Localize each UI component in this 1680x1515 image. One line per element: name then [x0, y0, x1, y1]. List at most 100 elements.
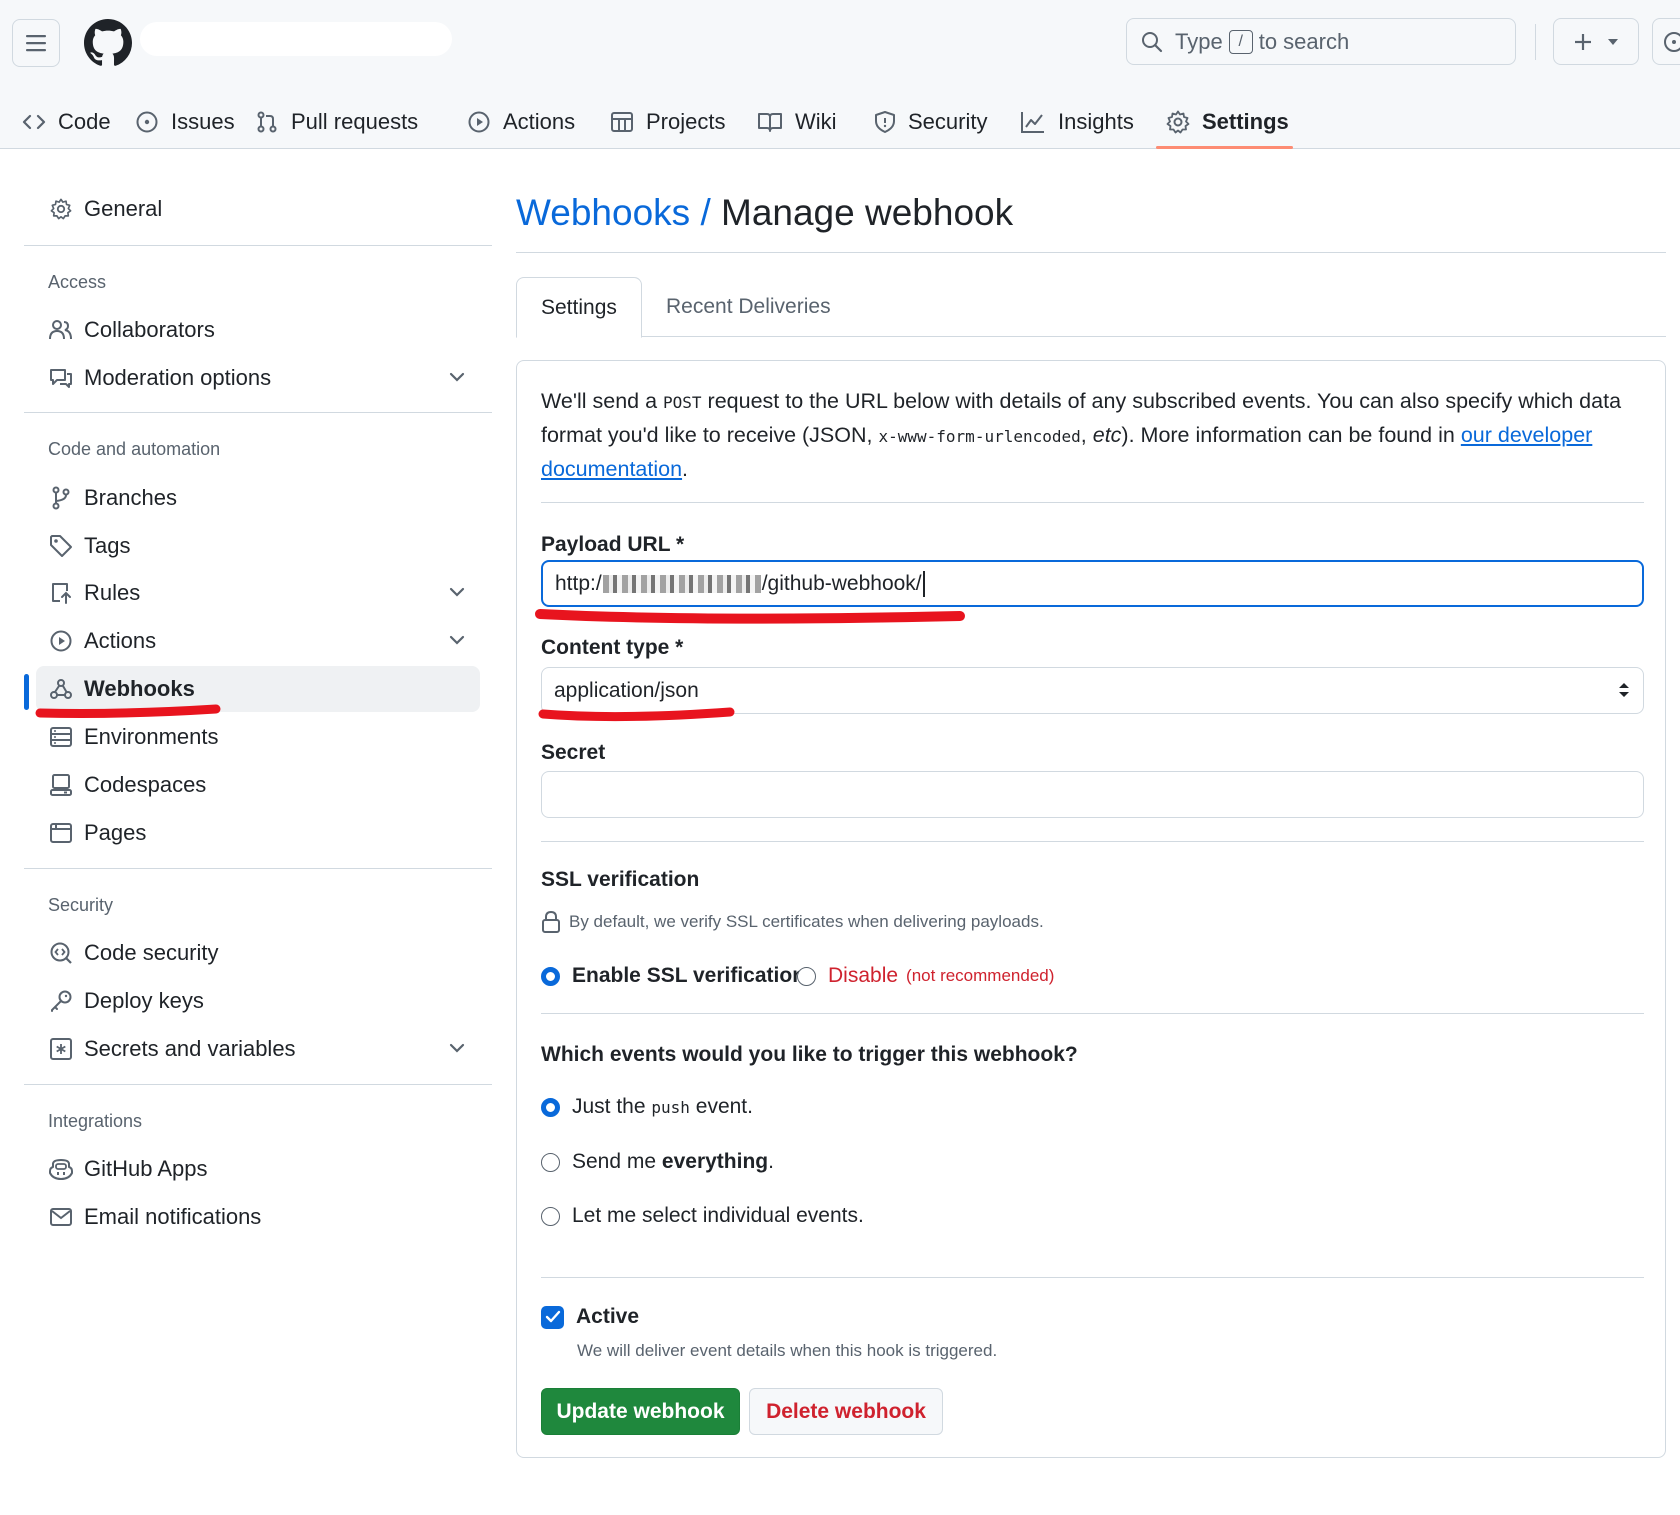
menu-button[interactable] [12, 19, 60, 67]
sidebar-item-codespaces[interactable]: Codespaces [36, 762, 480, 808]
header-divider [1535, 24, 1536, 60]
event-push-code: push [651, 1098, 690, 1117]
play-icon [467, 110, 491, 134]
subtab-recent-deliveries[interactable]: Recent Deliveries [642, 277, 855, 337]
content-type-select[interactable]: application/json [541, 667, 1644, 714]
sidebar-item-github-apps[interactable]: GitHub Apps [36, 1146, 480, 1192]
tab-settings-label: Settings [1202, 108, 1289, 134]
sidebar-item-general[interactable]: General [36, 186, 480, 232]
tab-pull-requests-label: Pull requests [291, 108, 419, 134]
ssl-disable-radio[interactable] [797, 966, 816, 986]
content-type-value: application/json [554, 678, 699, 702]
ssl-enable-radio[interactable] [541, 966, 560, 986]
tab-insights[interactable]: Insights [1020, 94, 1134, 149]
tab-actions[interactable]: Actions [467, 94, 575, 149]
search-input[interactable]: Type / to search [1126, 18, 1516, 65]
chevron-down-icon [449, 372, 465, 382]
ssl-enable-option[interactable]: Enable SSL verification [541, 964, 805, 988]
ssl-disable-option[interactable]: Disable (not recommended) [797, 964, 1054, 988]
intro-text-part: , [1080, 423, 1093, 447]
tab-security[interactable]: Security [874, 94, 987, 149]
active-note: We will deliver event details when this … [577, 1341, 998, 1360]
active-tab-underline [1156, 146, 1293, 149]
event-push-text: event. [695, 1095, 753, 1118]
create-new-button[interactable] [1553, 18, 1639, 65]
tab-pull-requests[interactable]: Pull requests [255, 94, 418, 149]
webhook-icon [48, 677, 74, 701]
sidebar-item-email-notifications[interactable]: Email notifications [36, 1194, 480, 1240]
redacted-host [602, 574, 761, 593]
sidebar-item-tags[interactable]: Tags [36, 523, 480, 569]
payload-url-input[interactable]: http:/ /github-webhook/ [541, 560, 1644, 607]
asterisk-icon [48, 1037, 74, 1061]
tab-issues[interactable]: Issues [135, 94, 235, 149]
ssl-note: By default, we verify SSL certificates w… [541, 910, 1044, 934]
active-option[interactable]: Active [541, 1305, 639, 1329]
shield-icon [874, 110, 896, 134]
sidebar-item-label: Deploy keys [84, 988, 204, 1013]
check-icon [545, 1310, 560, 1323]
event-everything-text: . [768, 1150, 774, 1173]
secret-input[interactable] [541, 771, 1644, 818]
sidebar-item-label: Branches [84, 485, 177, 510]
event-push-radio[interactable] [541, 1097, 560, 1117]
event-option-individual[interactable]: Let me select individual events. [541, 1204, 864, 1228]
sidebar-item-label: Code security [84, 940, 219, 965]
secret-label: Secret [541, 741, 606, 764]
tab-settings[interactable]: Settings [1166, 94, 1289, 149]
sidebar-item-label: Tags [84, 533, 131, 558]
repo-name-redacted[interactable] [140, 22, 452, 56]
intro-text-part: ). More information can be found in [1121, 423, 1461, 447]
tab-actions-label: Actions [503, 108, 576, 134]
sidebar-item-actions[interactable]: Actions [36, 618, 480, 664]
book-icon [757, 111, 783, 133]
sidebar-section-access: Access [48, 272, 107, 292]
issues-button[interactable] [1652, 18, 1680, 65]
tab-security-label: Security [908, 108, 988, 134]
active-checkbox[interactable] [541, 1305, 564, 1329]
tab-projects[interactable]: Projects [610, 94, 725, 149]
sidebar-item-deploy-keys[interactable]: Deploy keys [36, 978, 480, 1024]
payload-url-label: Payload URL * [541, 533, 685, 556]
gear-icon [48, 198, 74, 220]
sidebar-item-environments[interactable]: Environments [36, 714, 480, 760]
form-divider [541, 502, 1644, 503]
event-option-push[interactable]: Just the push event. [541, 1095, 753, 1119]
subtab-settings[interactable]: Settings [516, 277, 642, 338]
sidebar-item-pages[interactable]: Pages [36, 810, 480, 856]
ssl-label: SSL verification [541, 868, 700, 891]
repo-push-icon [48, 581, 74, 605]
update-webhook-button[interactable]: Update webhook [541, 1388, 740, 1435]
sidebar-item-moderation[interactable]: Moderation options [36, 355, 480, 401]
sidebar-section-integrations: Integrations [48, 1111, 143, 1131]
tab-code[interactable]: Code [22, 94, 111, 149]
sidebar-item-rules[interactable]: Rules [36, 570, 480, 616]
sidebar-item-code-security[interactable]: Code security [36, 930, 480, 976]
tab-insights-label: Insights [1058, 108, 1134, 134]
intro-text: We'll send a POST request to the URL bel… [541, 385, 1636, 485]
sidebar-item-collaborators[interactable]: Collaborators [36, 307, 480, 353]
event-everything-radio[interactable] [541, 1152, 560, 1172]
breadcrumb-webhooks[interactable]: Webhooks [516, 192, 690, 233]
tab-code-label: Code [58, 108, 111, 134]
content-type-label: Content type * [541, 636, 684, 659]
sidebar-item-label: Moderation options [84, 365, 272, 390]
select-arrows-icon [1619, 683, 1629, 697]
event-individual-radio[interactable] [541, 1206, 560, 1226]
table-icon [610, 110, 634, 134]
sidebar-item-label: General [84, 196, 163, 221]
code-icon [22, 112, 46, 132]
payload-url-suffix: /github-webhook/ [761, 571, 922, 595]
sidebar-divider [24, 412, 492, 413]
sidebar-item-branches[interactable]: Branches [36, 475, 480, 521]
sidebar-item-label: Webhooks [84, 676, 195, 701]
gear-icon [1166, 110, 1190, 134]
sidebar-item-secrets[interactable]: Secrets and variables [36, 1026, 480, 1072]
sidebar-item-webhooks[interactable]: Webhooks [36, 666, 480, 712]
tab-wiki[interactable]: Wiki [757, 94, 837, 149]
secret-input-field[interactable] [554, 782, 1643, 807]
delete-webhook-button[interactable]: Delete webhook [749, 1388, 943, 1435]
event-option-everything[interactable]: Send me everything. [541, 1150, 774, 1174]
sidebar-item-label: Codespaces [84, 772, 207, 797]
github-logo-icon[interactable] [84, 19, 132, 67]
